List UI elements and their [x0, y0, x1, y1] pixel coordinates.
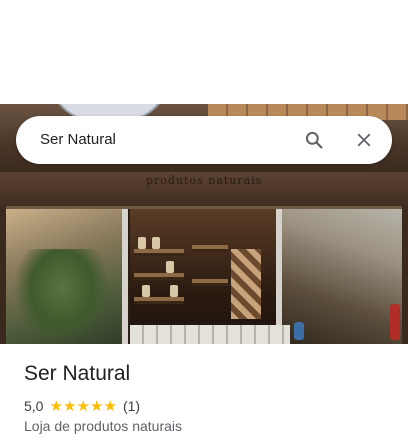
shelf — [134, 249, 184, 253]
window-pillar — [122, 209, 128, 344]
product — [166, 261, 174, 273]
star-icon: ★ — [76, 397, 90, 415]
product — [152, 237, 160, 249]
search-input[interactable]: Ser Natural — [40, 131, 116, 148]
search-bar[interactable]: Ser Natural — [16, 116, 392, 164]
star-rating: ★ ★ ★ ★ ★ — [49, 399, 117, 414]
star-icon: ★ — [103, 397, 117, 415]
map-top-area — [0, 0, 408, 104]
search-icon[interactable] — [300, 126, 328, 154]
product — [390, 304, 400, 340]
product — [142, 285, 150, 297]
close-icon[interactable] — [350, 126, 378, 154]
store-window — [6, 206, 402, 344]
shelf — [192, 279, 228, 283]
star-icon: ★ — [62, 397, 77, 415]
product — [138, 237, 146, 249]
star-icon: ★ — [49, 397, 63, 415]
place-name: Ser Natural — [24, 362, 131, 385]
product-counter — [130, 325, 290, 344]
shelf — [192, 245, 228, 249]
rating-row[interactable]: 5,0 ★ ★ ★ ★ ★ (1) — [24, 397, 140, 415]
review-count[interactable]: (1) — [123, 398, 140, 414]
storefront-sign-text: produtos naturais — [146, 174, 263, 187]
plant — [14, 249, 110, 344]
place-category: Loja de produtos naturais — [24, 418, 182, 434]
rating-value: 5,0 — [24, 398, 44, 414]
star-icon: ★ — [89, 397, 104, 415]
product — [294, 322, 304, 340]
decor-panel — [231, 249, 261, 319]
shelf — [134, 273, 184, 277]
product — [170, 285, 178, 297]
shelf — [134, 297, 184, 301]
